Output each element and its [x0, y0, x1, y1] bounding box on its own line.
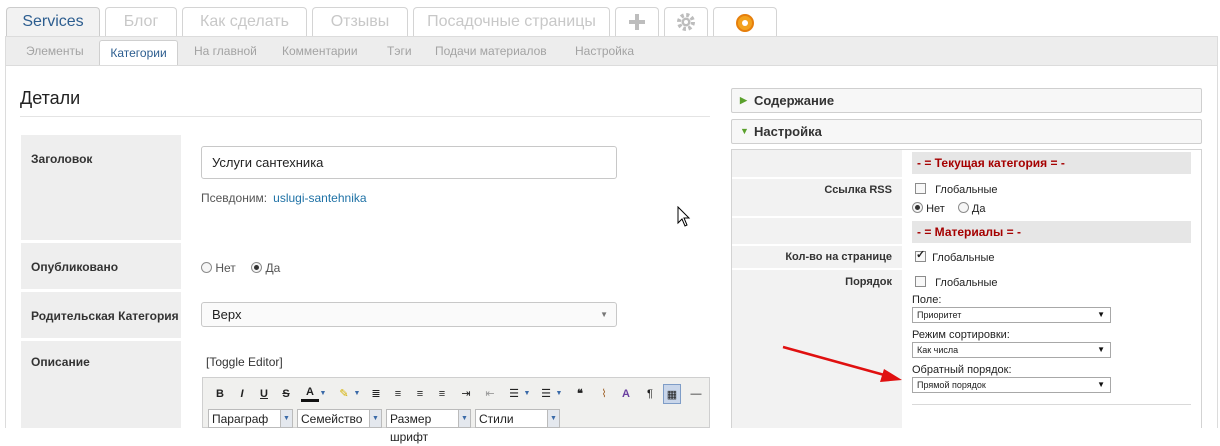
- mouse-cursor-icon: [677, 206, 691, 227]
- red-arrow-annotation: [782, 345, 902, 382]
